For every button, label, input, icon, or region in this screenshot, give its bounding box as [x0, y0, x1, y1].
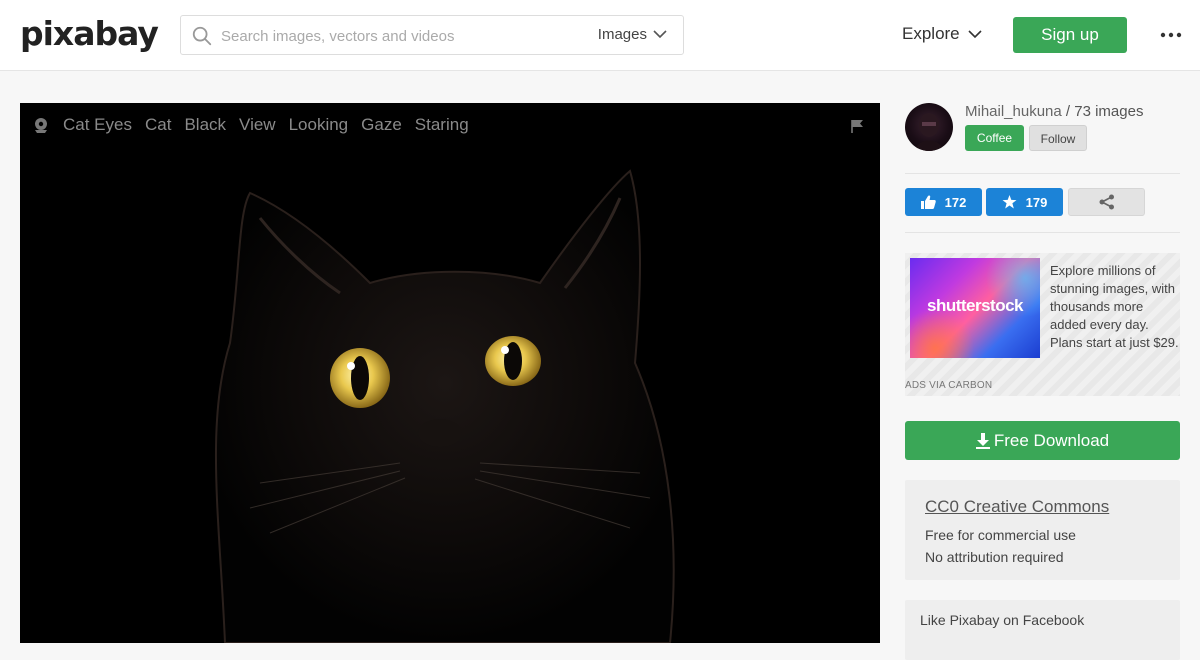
author-avatar[interactable] — [905, 103, 953, 151]
download-label: Free Download — [993, 430, 1110, 450]
star-icon — [1002, 195, 1017, 209]
tag-black[interactable]: Black — [184, 115, 226, 135]
like-count: 172 — [944, 194, 967, 210]
share-button[interactable] — [1068, 188, 1145, 216]
author-info: Mihail_hukuna / 73 images — [965, 103, 1143, 120]
ad-image[interactable]: shutterstock — [910, 258, 1040, 358]
search-bar[interactable]: Images — [180, 15, 684, 55]
explore-menu[interactable]: Explore — [902, 24, 982, 44]
tag-icon — [35, 118, 47, 133]
facebook-label: Like Pixabay on Facebook — [920, 612, 1085, 628]
explore-label: Explore — [902, 24, 960, 43]
search-type-dropdown[interactable]: Images — [598, 26, 667, 43]
avatar-image — [915, 113, 943, 151]
search-input[interactable] — [221, 24, 581, 48]
photo-tags: Cat Eyes Cat Black View Looking Gaze Sta… — [32, 115, 469, 135]
share-icon — [1099, 194, 1114, 210]
tag-cat-eyes[interactable]: Cat Eyes — [63, 115, 132, 135]
thumbs-up-icon — [920, 195, 936, 209]
tag-staring[interactable]: Staring — [415, 115, 469, 135]
signup-button[interactable]: Sign up — [1013, 17, 1127, 53]
search-icon[interactable] — [191, 25, 213, 47]
favorite-count: 179 — [1025, 194, 1048, 210]
divider — [905, 232, 1180, 233]
license-commercial: Free for commercial use — [925, 527, 1076, 543]
black-cat-image — [20, 103, 880, 643]
tag-gaze[interactable]: Gaze — [361, 115, 402, 135]
coffee-button[interactable]: Coffee — [965, 125, 1024, 151]
license-title[interactable]: CC0 Creative Commons — [925, 497, 1160, 517]
chevron-down-icon — [968, 29, 982, 38]
favorite-button[interactable]: 179 — [986, 188, 1063, 216]
site-header: pixabay Images Explore Sign up — [0, 0, 1200, 71]
pixabay-logo[interactable]: pixabay — [20, 14, 159, 54]
ad-brand-logo: shutterstock — [926, 296, 1024, 315]
author-name[interactable]: Mihail_hukuna — [965, 103, 1062, 120]
ads-via-carbon[interactable]: ADS VIA CARBON — [905, 380, 992, 391]
author-images-count[interactable]: 73 images — [1074, 103, 1143, 120]
like-button[interactable]: 172 — [905, 188, 982, 216]
license-box: CC0 Creative Commons Free for commercial… — [905, 480, 1180, 580]
tag-view[interactable]: View — [239, 115, 276, 135]
search-type-label: Images — [597, 26, 647, 43]
flag-icon[interactable] — [850, 119, 864, 133]
divider — [905, 173, 1180, 174]
download-icon — [975, 432, 990, 449]
ad-text[interactable]: Explore millions of stunning images, wit… — [1050, 262, 1180, 352]
author-separator: / — [1061, 103, 1075, 120]
free-download-button[interactable]: Free Download — [905, 421, 1180, 460]
carbon-ad: shutterstock Explore millions of stunnin… — [905, 253, 1180, 396]
follow-button[interactable]: Follow — [1029, 125, 1087, 151]
chevron-down-icon — [653, 30, 667, 39]
facebook-box: Like Pixabay on Facebook — [905, 600, 1180, 660]
main-photo[interactable]: Cat Eyes Cat Black View Looking Gaze Sta… — [20, 103, 880, 643]
more-options-icon[interactable] — [1159, 26, 1183, 44]
license-attribution: No attribution required — [925, 549, 1064, 565]
tag-cat[interactable]: Cat — [145, 115, 171, 135]
tag-looking[interactable]: Looking — [289, 115, 349, 135]
